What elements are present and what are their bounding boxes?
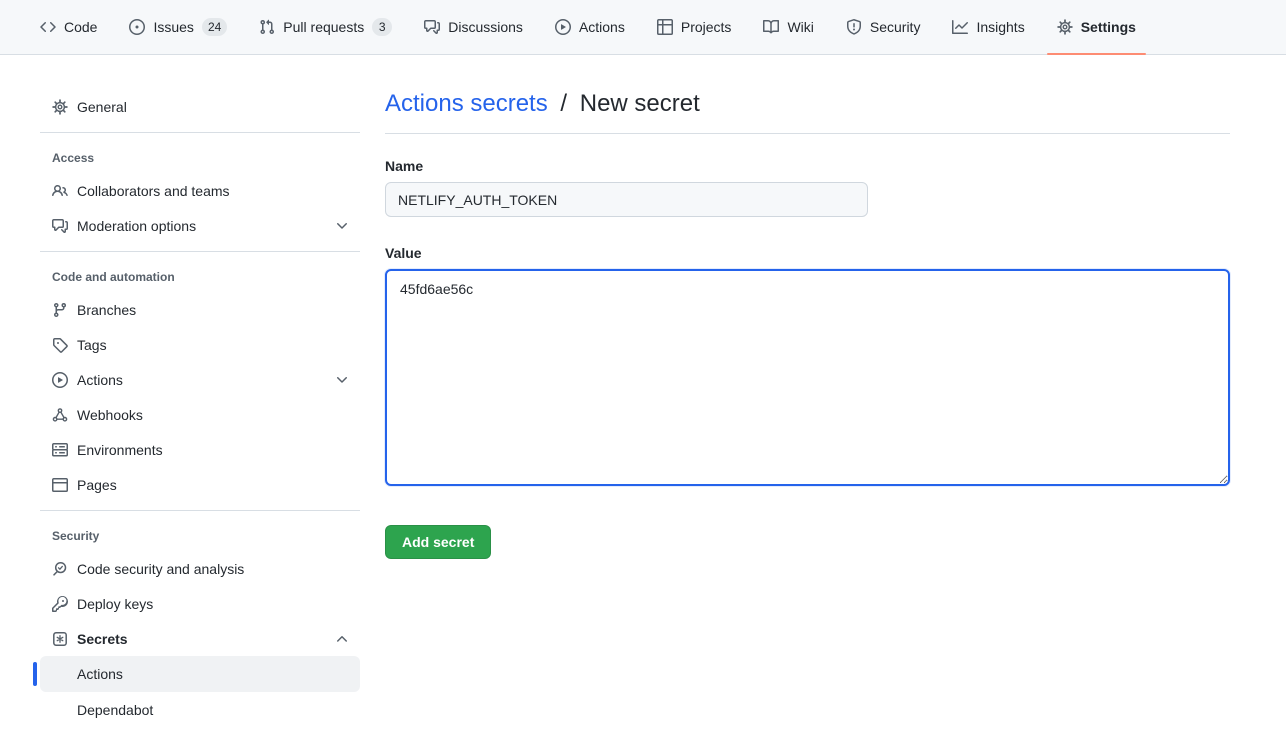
tab-label: Code [64,19,97,35]
gear-icon [1057,19,1073,35]
sidebar-item-general[interactable]: General [40,89,360,124]
play-icon [52,372,68,388]
code-icon [40,19,56,35]
graph-icon [952,19,968,35]
sidebar-item-label: General [77,99,127,115]
tab-label: Discussions [448,19,523,35]
chevron-down-icon [334,372,350,388]
tab-security[interactable]: Security [836,0,931,54]
webhook-icon [52,407,68,423]
sidebar-item-label: Code security and analysis [77,561,244,577]
tab-issues[interactable]: Issues 24 [119,0,237,54]
comment-discussion-icon [424,19,440,35]
sidebar-item-label: Tags [77,337,107,353]
sidebar-subitem-secrets-dependabot[interactable]: Dependabot [40,692,360,728]
tab-code[interactable]: Code [30,0,107,54]
sidebar-item-label: Secrets [77,631,128,647]
sidebar-item-code-security-and-analysis[interactable]: Code security and analysis [40,551,360,586]
sidebar-section-header-code-and-automation: Code and automation [40,260,360,292]
sidebar-section-header-security: Security [40,519,360,551]
pull-requests-counter-badge: 3 [372,18,392,36]
key-icon [52,596,68,612]
tab-label: Wiki [787,19,813,35]
tab-label: Settings [1081,19,1136,35]
sidebar-item-deploy-keys[interactable]: Deploy keys [40,586,360,621]
sidebar-item-label: Environments [77,442,163,458]
gear-icon [52,99,68,115]
tab-label: Pull requests [283,19,364,35]
breadcrumb-current: New secret [580,90,700,117]
secret-name-label: Name [385,158,1230,174]
sidebar-item-actions[interactable]: Actions [40,362,360,397]
sidebar-item-label: Moderation options [77,218,196,234]
sidebar-item-label: Pages [77,477,117,493]
secret-value-label: Value [385,245,1230,261]
tab-label: Projects [681,19,732,35]
chevron-down-icon [334,218,350,234]
sidebar-item-moderation-options[interactable]: Moderation options [40,208,360,243]
shield-icon [846,19,862,35]
browser-icon [52,477,68,493]
new-secret-panel: Actions secrets / New secret Name Value … [385,89,1230,728]
title-divider [385,133,1230,134]
sidebar-divider [40,510,360,511]
sidebar-item-environments[interactable]: Environments [40,432,360,467]
sidebar-subitem-secrets-actions[interactable]: Actions [40,656,360,692]
tag-icon [52,337,68,353]
issue-opened-icon [129,19,145,35]
sidebar-item-branches[interactable]: Branches [40,292,360,327]
settings-sidebar: General Access Collaborators and teams M… [40,89,360,728]
secret-name-input[interactable] [385,182,868,217]
repo-tab-bar: Code Issues 24 Pull requests 3 Discussio… [0,0,1286,55]
sidebar-item-label: Collaborators and teams [77,183,230,199]
sidebar-item-webhooks[interactable]: Webhooks [40,397,360,432]
secret-name-group: Name [385,158,1230,217]
tab-label: Security [870,19,921,35]
tab-settings[interactable]: Settings [1047,0,1146,54]
sidebar-item-label: Actions [77,666,123,682]
add-secret-button[interactable]: Add secret [385,525,491,559]
tab-label: Actions [579,19,625,35]
actions-secrets-breadcrumb-link[interactable]: Actions secrets [385,90,548,117]
key-asterisk-icon [52,631,68,647]
sidebar-divider [40,132,360,133]
sidebar-item-secrets[interactable]: Secrets [40,621,360,656]
table-icon [657,19,673,35]
tab-pull-requests[interactable]: Pull requests 3 [249,0,402,54]
sidebar-item-label: Dependabot [77,702,153,718]
sidebar-item-tags[interactable]: Tags [40,327,360,362]
play-icon [555,19,571,35]
chevron-up-icon [334,631,350,647]
sidebar-item-collaborators-and-teams[interactable]: Collaborators and teams [40,173,360,208]
git-pull-request-icon [259,19,275,35]
tab-actions[interactable]: Actions [545,0,635,54]
page-title: Actions secrets / New secret [385,89,1230,119]
sidebar-section-header-access: Access [40,141,360,173]
sidebar-divider [40,251,360,252]
secret-value-textarea[interactable]: 45fd6ae56c [385,269,1230,486]
tab-label: Insights [976,19,1024,35]
server-icon [52,442,68,458]
people-icon [52,183,68,199]
codescan-icon [52,561,68,577]
tab-insights[interactable]: Insights [942,0,1034,54]
tab-label: Issues [153,19,193,35]
sidebar-item-label: Actions [77,372,123,388]
tab-projects[interactable]: Projects [647,0,742,54]
sidebar-item-label: Deploy keys [77,596,153,612]
sidebar-item-label: Branches [77,302,136,318]
breadcrumb-separator: / [560,90,567,117]
book-icon [763,19,779,35]
comment-discussion-icon [52,218,68,234]
issues-counter-badge: 24 [202,18,227,36]
sidebar-item-label: Webhooks [77,407,143,423]
git-branch-icon [52,302,68,318]
tab-wiki[interactable]: Wiki [753,0,823,54]
tab-discussions[interactable]: Discussions [414,0,533,54]
secret-value-group: Value 45fd6ae56c [385,245,1230,489]
sidebar-item-pages[interactable]: Pages [40,467,360,502]
